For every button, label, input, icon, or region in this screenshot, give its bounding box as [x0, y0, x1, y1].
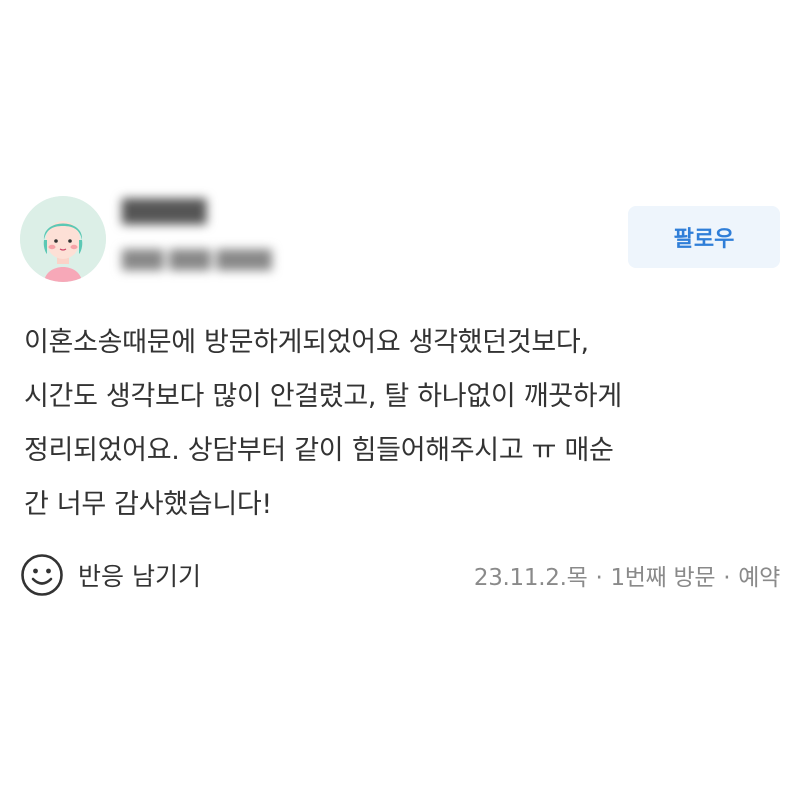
avatar-illustration: [20, 196, 106, 282]
author-name[interactable]: █████: [122, 200, 207, 225]
review-text-line: 간 너무 감사했습니다!: [24, 489, 272, 520]
visit-info: 23.11.2.목 · 1번째 방문 · 예약: [474, 558, 780, 592]
review-card: █████ ███ ███ ████ 팔로우 이혼소송때문에 방문하게되었어요 …: [0, 0, 800, 800]
separator: ·: [595, 565, 603, 591]
review-text: 이혼소송때문에 방문하게되었어요 생각했던것보다, 시간도 생각보다 많이 안걸…: [24, 316, 784, 532]
reaction-label: 반응 남기기: [78, 562, 201, 591]
leave-reaction-button[interactable]: 반응 남기기: [20, 552, 201, 598]
author-meta: ███ ███ ████: [122, 250, 272, 271]
review-text-line: 이혼소송때문에 방문하게되었어요 생각했던것보다,: [24, 327, 589, 358]
visit-count: 1번째 방문: [610, 565, 716, 591]
review-text-line: 정리되었어요. 상담부터 같이 힘들어해주시고 ㅠ 매순: [24, 435, 614, 466]
visit-type: 예약: [738, 565, 780, 591]
follow-button[interactable]: 팔로우: [628, 206, 780, 268]
separator: ·: [723, 565, 731, 591]
smile-icon: [20, 553, 64, 597]
review-text-line: 시간도 생각보다 많이 안걸렸고, 탈 하나없이 깨끗하게: [24, 381, 622, 412]
avatar[interactable]: [20, 196, 106, 282]
visit-date: 23.11.2.목: [473, 565, 588, 591]
